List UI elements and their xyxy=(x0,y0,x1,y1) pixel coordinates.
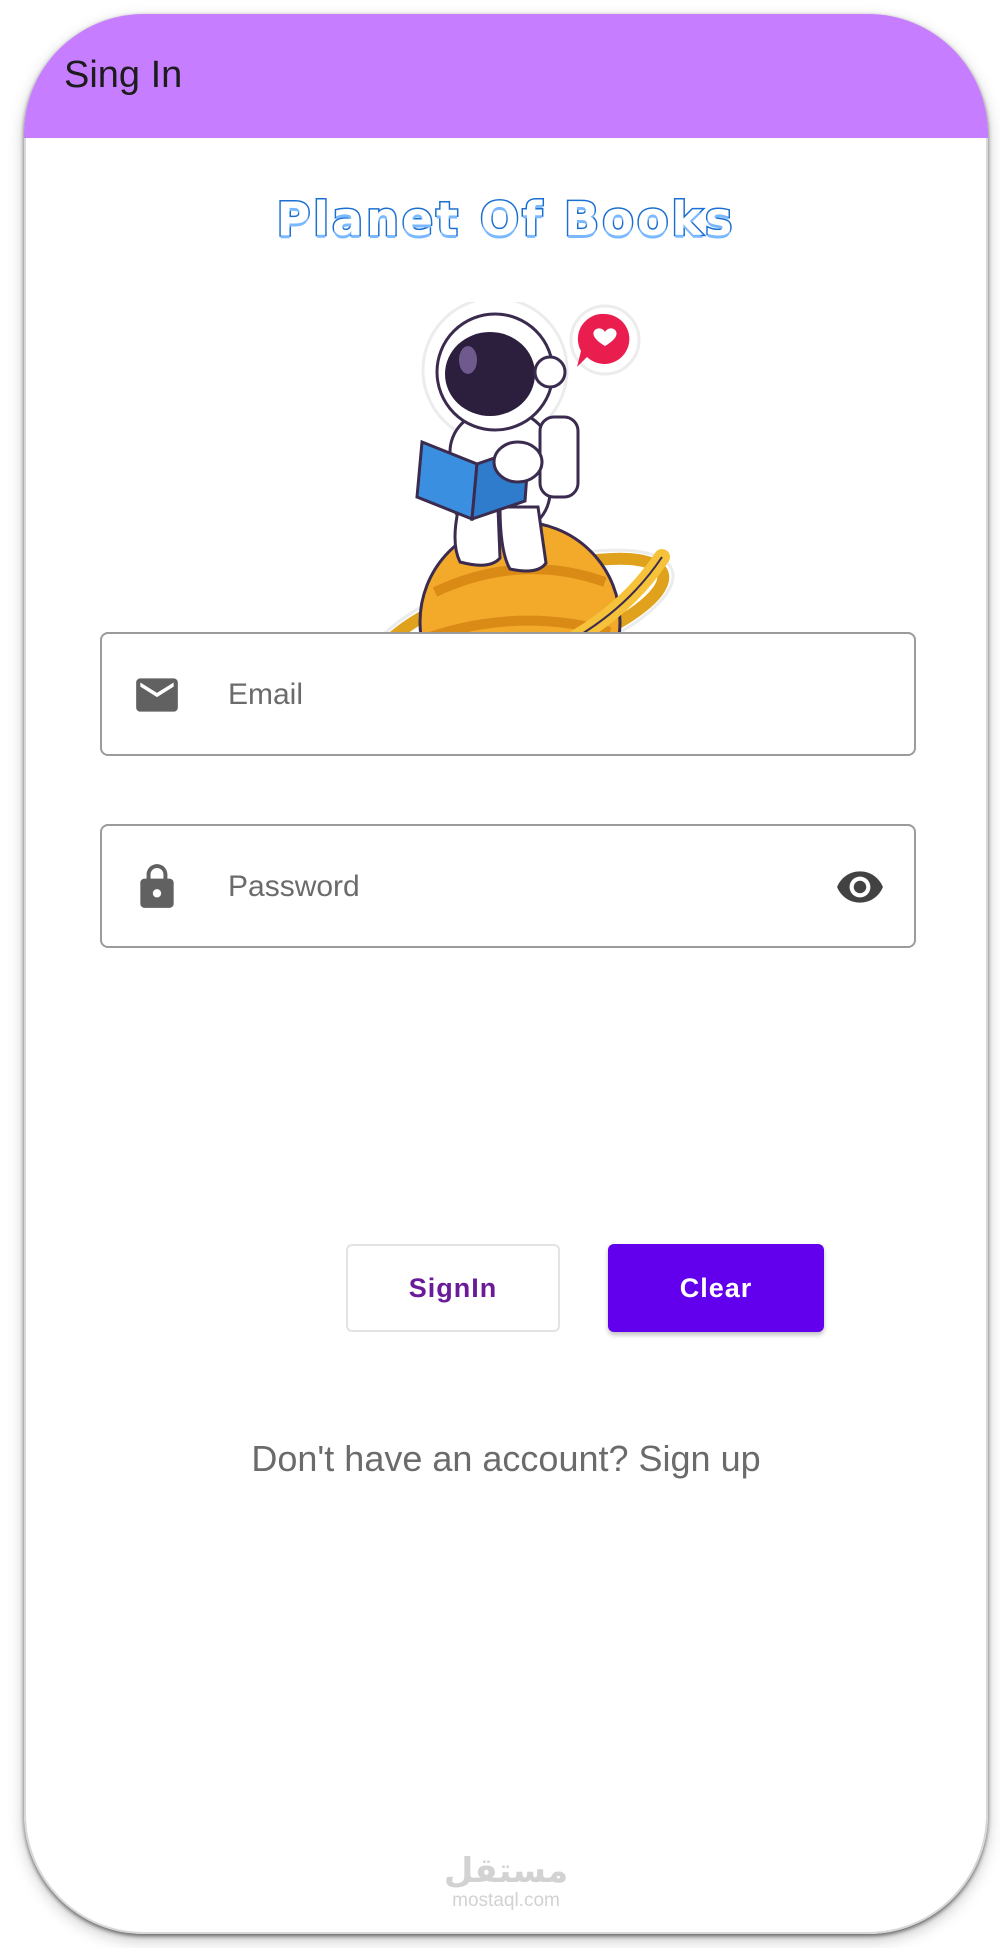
email-field[interactable] xyxy=(100,632,916,756)
watermark: مستقل mostaql.com xyxy=(24,1852,988,1912)
brand-title: Planet Of Books xyxy=(275,191,736,248)
eye-icon[interactable] xyxy=(832,862,888,912)
password-input[interactable] xyxy=(226,856,790,918)
signin-button[interactable]: SignIn xyxy=(346,1244,560,1332)
mail-icon xyxy=(136,678,178,712)
phone-frame: Sing In Planet Of Books Email SignIn Cle… xyxy=(24,14,988,1934)
watermark-arabic: مستقل xyxy=(443,1851,569,1891)
app-bar-title: Sing In xyxy=(64,54,183,96)
lock-icon xyxy=(140,864,174,908)
email-input[interactable] xyxy=(226,664,790,726)
clear-button[interactable]: Clear xyxy=(608,1244,824,1332)
password-field[interactable] xyxy=(100,824,916,948)
app-bar: Sing In xyxy=(24,14,988,138)
watermark-url: mostaql.com xyxy=(452,1890,560,1911)
signup-link[interactable]: Don't have an account? Sign up xyxy=(24,1438,988,1480)
